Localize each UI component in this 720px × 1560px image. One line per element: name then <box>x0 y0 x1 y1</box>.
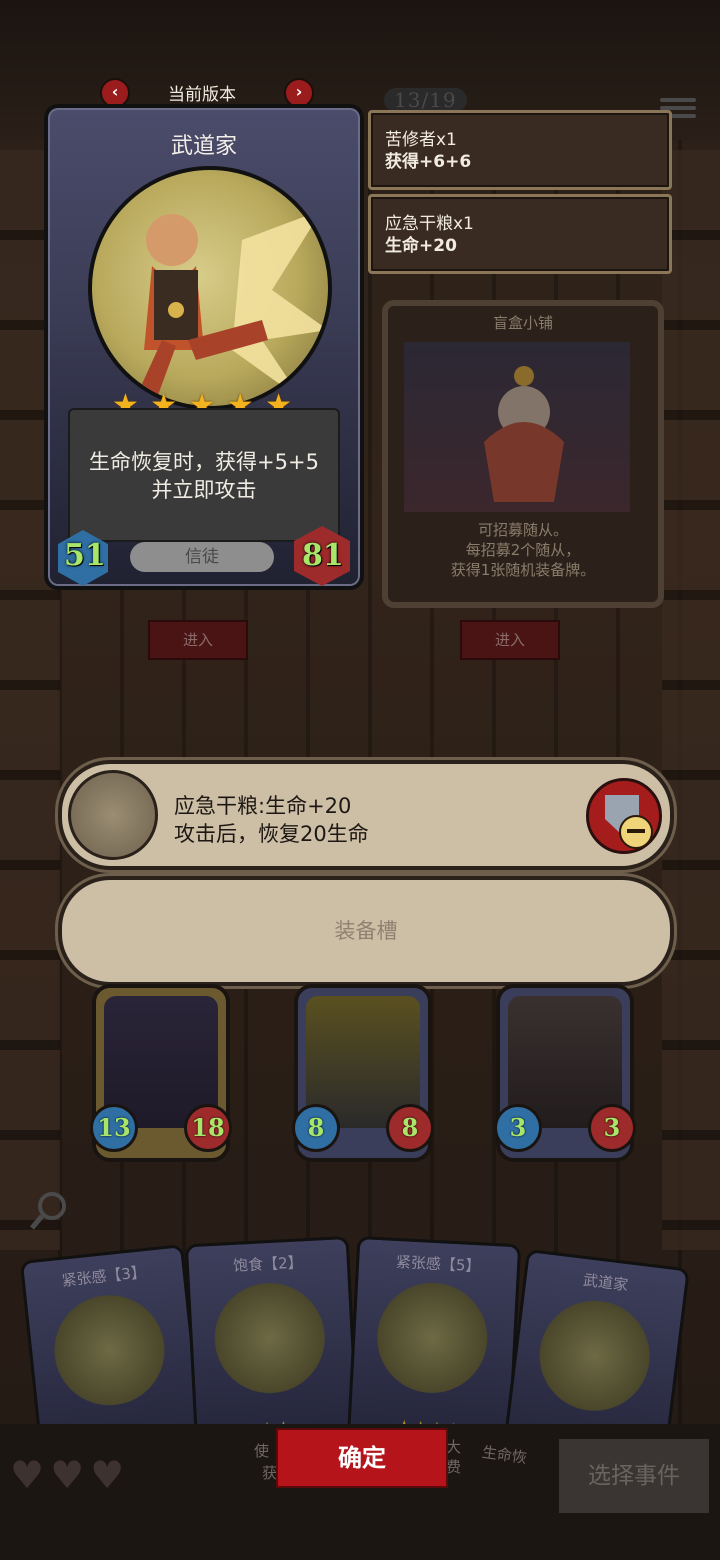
shop-description-line2: 每招募2个随从， <box>465 541 581 559</box>
follower-health: 8 <box>386 1104 434 1152</box>
choose-event-button[interactable]: 选择事件 <box>556 1436 712 1516</box>
version-label: 当前版本 <box>168 85 236 105</box>
magnifier-icon[interactable] <box>28 1188 72 1232</box>
shop-description: 可招募随从。 每招募2个随从， 获得1张随机装备牌。 <box>388 520 658 580</box>
hand-card-art <box>211 1280 328 1396</box>
enter-button[interactable]: 进入 <box>148 620 248 660</box>
hero-description-line1: 生命恢复时，获得+5+5 <box>89 450 319 474</box>
follower-attack: 13 <box>90 1104 138 1152</box>
progress-counter: 13/19 <box>384 88 467 112</box>
hand-card-partial-text: 费 <box>446 1458 462 1476</box>
hero-portrait <box>88 166 332 410</box>
hand-card-partial-text: 大 <box>446 1438 462 1456</box>
equipped-item-bar: 应急干粮:生命+20 攻击后，恢复20生命 <box>58 760 674 870</box>
heart-icon: ♥ <box>90 1453 125 1497</box>
hand-card[interactable]: 紧张感【5】 ★★★★ <box>346 1235 522 1451</box>
heart-icon: ♥ <box>50 1453 85 1497</box>
confirm-button[interactable]: 确定 <box>276 1428 448 1488</box>
enter-button[interactable]: 进入 <box>460 620 560 660</box>
minus-icon <box>619 815 653 849</box>
lives-display: ♥ ♥ ♥ <box>10 1456 124 1494</box>
follower-health: 3 <box>588 1104 636 1152</box>
event-effect: 生命+20 <box>385 236 457 256</box>
heart-icon: ♥ <box>10 1453 45 1497</box>
hero-description: 生命恢复时，获得+5+5 并立即攻击 <box>70 448 338 504</box>
ration-item-icon <box>68 770 158 860</box>
follower-card[interactable]: 13 18 <box>90 984 232 1162</box>
shop-title: 盲盒小铺 <box>492 314 553 332</box>
hero-card[interactable]: 武道家 ★ ★ ★ ★ ★ 生命恢复时，获得+5+5 并立即攻击 51 信徒 8… <box>44 104 364 590</box>
shop-description-line1: 可招募随从。 <box>477 521 568 539</box>
hand-card-art <box>533 1294 656 1418</box>
event-tile[interactable]: 苦修者x1 获得+6+6 <box>368 110 672 190</box>
shop-clown-art <box>404 342 630 512</box>
hand-card-partial-text: 使 <box>254 1442 270 1460</box>
hero-description-box: 生命恢复时，获得+5+5 并立即攻击 <box>68 408 340 542</box>
equipped-item-name: 应急干粮:生命+20 <box>174 794 352 818</box>
hero-health-value: 81 <box>302 538 344 573</box>
hero-tag: 信徒 <box>130 542 274 572</box>
follower-card[interactable]: 3 3 <box>494 984 636 1162</box>
blind-box-shop-card[interactable]: 盲盒小铺 可招募随从。 每招募2个随从， 获得1张随机装备牌。 <box>382 300 664 608</box>
hand-card[interactable]: 饱食【2】 ★★ <box>184 1235 360 1451</box>
hand-card-title: 紧张感【3】 <box>60 1263 147 1290</box>
shop-description-line3: 获得1张随机装备牌。 <box>450 561 596 579</box>
unequip-button[interactable] <box>586 778 662 854</box>
hand-card-title: 饱食【2】 <box>232 1253 304 1275</box>
hand-card-title: 紧张感【5】 <box>395 1252 481 1276</box>
hand-card-partial-text: 获 <box>262 1464 278 1482</box>
event-tile[interactable]: 应急干粮x1 生命+20 <box>368 194 672 274</box>
hero-attack-value: 51 <box>64 538 106 573</box>
follower-card[interactable]: 8 8 <box>292 984 434 1162</box>
hand-card-art <box>49 1289 170 1411</box>
equipped-item-description: 攻击后，恢复20生命 <box>174 822 369 846</box>
hero-description-line2: 并立即攻击 <box>151 478 257 502</box>
hero-title: 武道家 <box>170 134 237 159</box>
follower-attack: 8 <box>292 1104 340 1152</box>
equip-slot[interactable]: 装备槽 <box>58 876 674 986</box>
hand-card-art <box>374 1280 491 1396</box>
bookshelf-right <box>662 150 720 1250</box>
follower-health: 18 <box>184 1104 232 1152</box>
event-effect: 获得+6+6 <box>385 152 472 172</box>
follower-attack: 3 <box>494 1104 542 1152</box>
hand-card-title: 武道家 <box>582 1270 630 1295</box>
